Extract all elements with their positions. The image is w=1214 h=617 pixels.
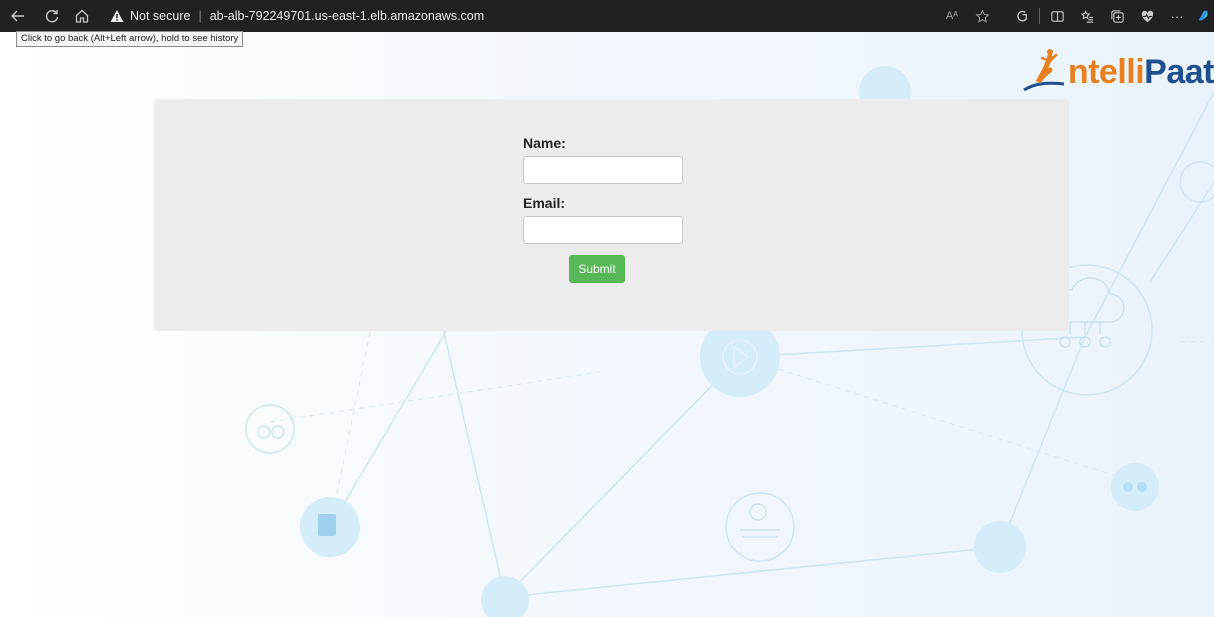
page-body: ntelli Paat Name: Email: Submit bbox=[0, 32, 1214, 617]
address-bar[interactable]: Not secure | ab-alb-792249701.us-east-1.… bbox=[110, 4, 484, 28]
collections-button[interactable] bbox=[1102, 2, 1132, 30]
address-separator: | bbox=[198, 9, 202, 23]
more-button[interactable]: ··· bbox=[1162, 2, 1192, 30]
copilot-icon bbox=[1016, 10, 1027, 21]
favorites-list-icon bbox=[1080, 9, 1093, 23]
email-input[interactable] bbox=[523, 216, 683, 244]
browser-essentials-button[interactable] bbox=[1132, 2, 1162, 30]
logo-text-paat: Paat bbox=[1144, 53, 1214, 91]
more-icon: ··· bbox=[1170, 8, 1184, 24]
browser-toolbar: Not secure | ab-alb-792249701.us-east-1.… bbox=[0, 0, 1214, 32]
home-icon bbox=[75, 9, 89, 23]
toolbar-actions: Aᴬ ··· bbox=[937, 0, 1214, 32]
heart-pulse-icon bbox=[1141, 10, 1153, 22]
email-label: Email: bbox=[523, 195, 566, 211]
arrow-left-icon bbox=[11, 10, 24, 22]
star-icon bbox=[975, 8, 989, 23]
logo-text-intelli: ntelli bbox=[1067, 53, 1145, 91]
security-status[interactable]: Not secure bbox=[130, 9, 190, 23]
refresh-button[interactable] bbox=[38, 2, 66, 30]
copilot-logo-icon bbox=[1198, 10, 1208, 21]
collections-icon bbox=[1110, 9, 1124, 23]
intellipaat-logo[interactable]: ntelli Paat bbox=[1020, 44, 1214, 92]
name-input[interactable] bbox=[523, 156, 683, 184]
split-screen-icon bbox=[1050, 10, 1064, 22]
refresh-icon bbox=[45, 10, 59, 23]
back-tooltip: Click to go back (Alt+Left arrow), hold … bbox=[16, 31, 244, 47]
warning-icon bbox=[110, 10, 124, 22]
submit-button[interactable]: Submit bbox=[569, 255, 625, 283]
read-aloud-button[interactable]: Aᴬ bbox=[937, 2, 967, 30]
extensions-button[interactable] bbox=[1007, 2, 1037, 30]
home-button[interactable] bbox=[68, 2, 96, 30]
back-button[interactable] bbox=[4, 2, 32, 30]
split-screen-button[interactable] bbox=[1042, 2, 1072, 30]
favorite-button[interactable] bbox=[967, 2, 997, 30]
read-aloud-icon: Aᴬ bbox=[945, 10, 959, 22]
signup-form: Name: Email: Submit bbox=[523, 135, 693, 283]
name-label: Name: bbox=[523, 135, 566, 151]
favorites-button[interactable] bbox=[1072, 2, 1102, 30]
logo-figure-icon bbox=[1023, 49, 1064, 92]
copilot-button[interactable] bbox=[1192, 2, 1214, 30]
form-card: Name: Email: Submit bbox=[154, 99, 1069, 331]
url-text[interactable]: ab-alb-792249701.us-east-1.elb.amazonaws… bbox=[210, 9, 484, 23]
toolbar-divider bbox=[1039, 8, 1040, 24]
